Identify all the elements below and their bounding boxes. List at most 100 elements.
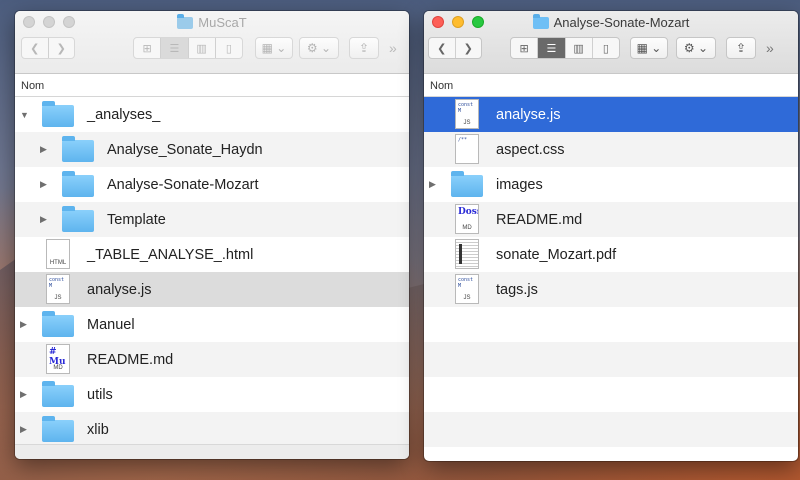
view-icons-button[interactable]: ⊞ [511,38,539,58]
disclosure-collapsed-icon[interactable]: ▶ [20,319,27,330]
grid-icon: ▦ ⌄ [261,41,287,55]
folder-icon [42,101,74,127]
folder-icon [177,13,194,29]
file-name: Analyse-Sonate-Mozart [107,176,259,193]
file-row[interactable]: # Mu MD README.md [15,342,409,377]
empty-row [424,377,798,412]
file-extension-label: JS [463,295,471,301]
view-gallery-button[interactable]: ▯ [216,38,242,58]
file-name: analyse.js [496,106,561,123]
file-row[interactable]: sonate_Mozart.pdf [424,237,798,272]
back-button[interactable]: ❮ [22,38,49,58]
toolbar-overflow-icon[interactable]: » [766,40,774,56]
horizontal-scrollbar[interactable] [15,444,409,459]
file-row[interactable]: const M JS analyse.js [15,272,409,307]
file-preview-text: const M [458,277,474,289]
group-by-button[interactable]: ▦ ⌄ [630,37,668,59]
folder-row[interactable]: ▶ xlib [15,412,409,447]
finder-window-analyse-sonate-mozart[interactable]: Analyse-Sonate-Mozart ❮ ❯ ⊞ ☰ ▥ ▯ ▦ ⌄ ⚙ … [424,11,798,461]
view-list-button[interactable]: ☰ [538,38,566,58]
file-name: images [496,176,543,193]
forward-button[interactable]: ❯ [49,38,75,58]
empty-row [424,307,798,342]
file-row[interactable]: const M JS analyse.js [424,97,798,132]
file-name: Manuel [87,316,135,333]
file-name: tags.js [496,281,538,298]
action-button[interactable]: ⚙ ⌄ [676,37,716,59]
share-button[interactable]: ⇪ [726,37,756,59]
js-file-icon: const M JS [455,99,479,129]
finder-window-muscat[interactable]: MuScaT ❮ ❯ ⊞ ☰ ▥ ▯ ▦ ⌄ ⚙ ⌄ ⇪ » Nom ▼ _an… [15,11,409,459]
back-forward-buttons: ❮ ❯ [21,37,75,59]
empty-row [424,342,798,377]
forward-button[interactable]: ❯ [456,38,482,58]
folder-row[interactable]: ▶ utils [15,377,409,412]
disclosure-collapsed-icon[interactable]: ▶ [20,389,27,400]
gear-icon: ⚙ ⌄ [683,41,709,55]
disclosure-collapsed-icon[interactable]: ▶ [40,144,47,155]
file-name: Analyse_Sonate_Haydn [107,141,263,158]
file-preview-text: const M [49,277,65,289]
view-mode-segmented-control: ⊞ ☰ ▥ ▯ [133,37,243,59]
toolbar: ❮ ❯ ⊞ ☰ ▥ ▯ ▦ ⌄ ⚙ ⌄ ⇪ » [424,37,798,63]
pdf-file-icon [455,239,479,269]
folder-row[interactable]: ▶ images [424,167,798,202]
view-icons-button[interactable]: ⊞ [134,38,162,58]
folder-icon [62,206,94,232]
file-name: _analyses_ [87,106,161,123]
title-bar[interactable]: Analyse-Sonate-Mozart ❮ ❯ ⊞ ☰ ▥ ▯ ▦ ⌄ ⚙ … [424,11,798,74]
folder-row[interactable]: ▶ Manuel [15,307,409,342]
disclosure-collapsed-icon[interactable]: ▶ [40,214,47,225]
back-forward-buttons: ❮ ❯ [428,37,482,59]
window-title: Analyse-Sonate-Mozart [424,13,798,30]
column-header-name[interactable]: Nom [15,74,409,97]
file-preview-text: # Mu [49,347,66,367]
file-extension-label: MD [53,365,63,371]
file-preview-text: Dossier [458,207,478,217]
view-mode-segmented-control: ⊞ ☰ ▥ ▯ [510,37,620,59]
empty-row [424,412,798,447]
file-name: README.md [87,351,174,368]
folder-row[interactable]: ▶ Analyse_Sonate_Haydn [15,132,409,167]
folder-row[interactable]: ▶ Analyse-Sonate-Mozart [15,167,409,202]
file-extension-label: HTML [49,260,67,266]
column-header-name[interactable]: Nom [424,74,798,97]
group-by-button[interactable]: ▦ ⌄ [255,37,293,59]
view-gallery-button[interactable]: ▯ [593,38,619,58]
view-columns-button[interactable]: ▥ [566,38,593,58]
js-file-icon: const M JS [455,274,479,304]
disclosure-expanded-icon[interactable]: ▼ [20,110,29,120]
view-columns-button[interactable]: ▥ [189,38,216,58]
file-row[interactable]: HTML _TABLE_ANALYSE_.html [15,237,409,272]
disclosure-collapsed-icon[interactable]: ▶ [40,179,47,190]
toolbar-overflow-icon[interactable]: » [389,40,397,56]
window-title: MuScaT [15,13,409,30]
share-button[interactable]: ⇪ [349,37,379,59]
css-file-icon: /** [455,134,479,164]
file-name: analyse.js [87,281,152,298]
window-title-text: MuScaT [198,15,247,30]
window-title-text: Analyse-Sonate-Mozart [553,15,690,30]
file-name: Template [107,211,166,228]
grid-icon: ▦ ⌄ [636,41,662,55]
folder-icon [42,311,74,337]
file-row[interactable]: Dossier MD README.md [424,202,798,237]
back-button[interactable]: ❮ [429,38,456,58]
action-button[interactable]: ⚙ ⌄ [299,37,339,59]
file-row[interactable]: const M JS tags.js [424,272,798,307]
file-name: _TABLE_ANALYSE_.html [87,246,254,263]
disclosure-collapsed-icon[interactable]: ▶ [20,424,27,435]
file-list: ▼ _analyses_ ▶ Analyse_Sonate_Haydn ▶ Analyse… [15,97,409,447]
folder-row[interactable]: ▶ Template [15,202,409,237]
file-preview-text: /** [458,137,468,143]
title-bar[interactable]: MuScaT ❮ ❯ ⊞ ☰ ▥ ▯ ▦ ⌄ ⚙ ⌄ ⇪ » [15,11,409,74]
share-icon: ⇪ [358,41,370,55]
file-row[interactable]: /** aspect.css [424,132,798,167]
folder-row[interactable]: ▼ _analyses_ [15,97,409,132]
disclosure-collapsed-icon[interactable]: ▶ [429,179,436,190]
file-extension-label: JS [54,295,62,301]
view-list-button[interactable]: ☰ [161,38,189,58]
folder-icon [532,13,549,29]
file-name: xlib [87,421,109,438]
toolbar: ❮ ❯ ⊞ ☰ ▥ ▯ ▦ ⌄ ⚙ ⌄ ⇪ » [15,37,409,63]
